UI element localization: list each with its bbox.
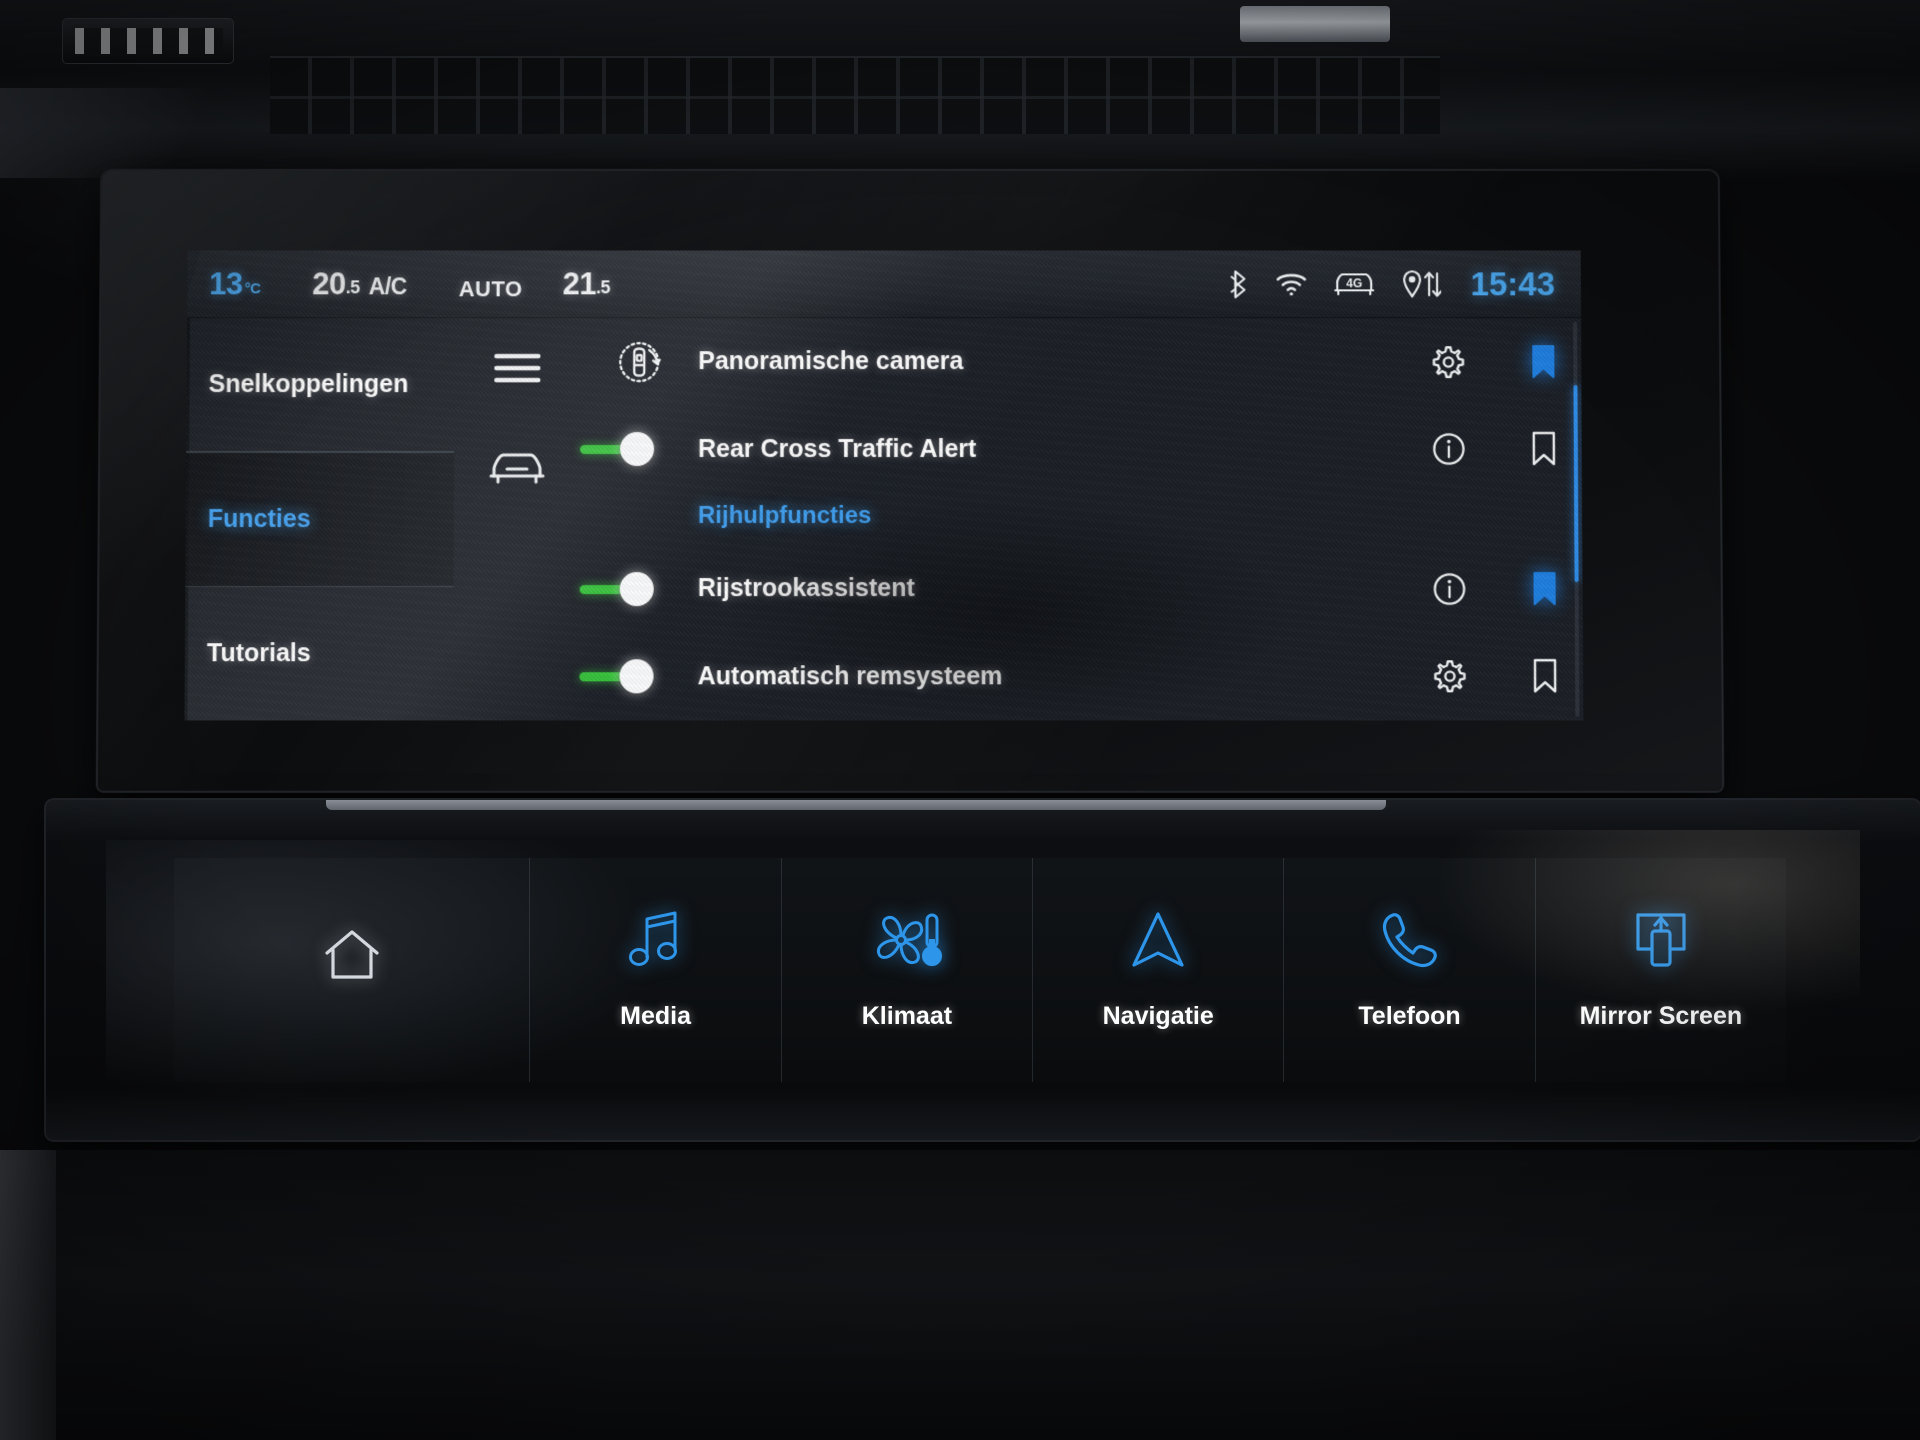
row-label: Automatisch remsysteem xyxy=(697,662,1003,691)
phone-handset-icon xyxy=(1379,909,1441,976)
row-actions xyxy=(1412,571,1558,607)
row-label: Rear Cross Traffic Alert xyxy=(698,434,977,463)
bottom-nav-bar: Media Klimaat Navigatie Telefoon Mirror … xyxy=(174,858,1786,1082)
sidebar-item-label: Snelkoppelingen xyxy=(208,370,409,399)
chrome-trim-piece xyxy=(1240,6,1390,42)
home-icon xyxy=(321,927,383,988)
bookmark-icon[interactable] xyxy=(1529,344,1557,380)
outside-temperature-value: 13 xyxy=(209,265,243,301)
toggle-knob xyxy=(619,659,654,694)
car-4g-icon: 4G xyxy=(1333,270,1375,297)
air-vent-grille xyxy=(270,56,1440,134)
row-actions xyxy=(1411,344,1557,380)
dashboard-photo: 13 °C 20 .5 A/C AUTO 21 .5 4G 15:43 Snel… xyxy=(0,0,1920,1440)
gear-icon[interactable] xyxy=(1433,659,1467,693)
sidebar-nav: Snelkoppelingen Functies Tutorials xyxy=(184,318,455,721)
passenger-temperature[interactable]: 21 .5 xyxy=(562,266,610,302)
lower-touch-panel: Media Klimaat Navigatie Telefoon Mirror … xyxy=(46,800,1920,1140)
music-note-icon xyxy=(625,909,687,976)
table-row[interactable]: Panoramische camera xyxy=(580,318,1581,405)
console-side-trim xyxy=(0,1150,56,1440)
sidebar-item-functies[interactable]: Functies xyxy=(185,452,455,588)
car-front-icon[interactable] xyxy=(454,419,580,519)
gear-icon[interactable] xyxy=(1431,345,1465,379)
toggle-knob xyxy=(620,432,655,467)
row-label: Rijstrookassistent xyxy=(697,574,915,603)
climate-status-group: 13 °C 20 .5 A/C AUTO 21 .5 xyxy=(209,266,610,302)
nav-button-label: Telefoon xyxy=(1358,1002,1461,1030)
bookmark-icon[interactable] xyxy=(1530,571,1558,607)
nav-button-label: Navigatie xyxy=(1102,1002,1214,1030)
side-air-vent xyxy=(62,18,234,64)
outside-temperature-unit: °C xyxy=(244,279,261,297)
infotainment-display: 13 °C 20 .5 A/C AUTO 21 .5 4G 15:43 Snel… xyxy=(184,250,1584,721)
dashboard-upper-trim xyxy=(0,0,1920,178)
nav-button-home[interactable] xyxy=(174,858,531,1082)
driver-temperature[interactable]: 20 .5 A/C xyxy=(312,266,407,302)
wifi-icon xyxy=(1275,271,1307,296)
nav-button-telefoon[interactable]: Telefoon xyxy=(1284,858,1536,1082)
row-actions xyxy=(1412,431,1558,467)
info-icon[interactable] xyxy=(1432,572,1466,606)
navigation-traffic-icon xyxy=(1401,269,1441,299)
info-icon[interactable] xyxy=(1432,432,1466,466)
nav-button-label: Mirror Screen xyxy=(1579,1002,1743,1030)
nav-button-mirror-screen[interactable]: Mirror Screen xyxy=(1536,858,1786,1082)
sidebar-item-label: Tutorials xyxy=(206,639,311,668)
hamburger-menu-icon[interactable] xyxy=(454,318,580,418)
toggle-switch-rear-cross-traffic-alert[interactable] xyxy=(580,432,698,467)
row-actions xyxy=(1413,658,1559,694)
nav-button-klimaat[interactable]: Klimaat xyxy=(782,858,1034,1082)
toggle-switch-rijstrookassistent[interactable] xyxy=(579,571,698,606)
auto-climate-label[interactable]: AUTO xyxy=(459,276,523,302)
passenger-temperature-value: 21 xyxy=(562,265,596,301)
fan-thermometer-icon xyxy=(871,909,943,976)
nav-button-media[interactable]: Media xyxy=(530,858,782,1082)
navigation-arrow-icon xyxy=(1128,909,1188,976)
sidebar-item-snelkoppelingen[interactable]: Snelkoppelingen xyxy=(186,318,455,453)
icon-column-spacer-2 xyxy=(453,620,580,721)
mirror-screen-icon xyxy=(1630,909,1692,976)
nav-button-label: Media xyxy=(620,1002,692,1030)
nav-button-label: Klimaat xyxy=(861,1002,953,1030)
panel-chrome-trim xyxy=(326,800,1386,810)
function-list: Panoramische camera Rear Cross Traffic A… xyxy=(579,318,1583,720)
left-icon-column xyxy=(453,318,580,720)
panoramic-camera-icon xyxy=(580,336,698,388)
nav-button-navigatie[interactable]: Navigatie xyxy=(1033,858,1285,1082)
infotainment-screen-bezel: 13 °C 20 .5 A/C AUTO 21 .5 4G 15:43 Snel… xyxy=(97,170,1723,791)
sidebar-item-label: Functies xyxy=(207,505,311,534)
icon-column-spacer-1 xyxy=(453,519,579,620)
driver-temperature-decimal: .5 xyxy=(345,276,360,297)
table-row[interactable]: Automatisch remsysteem xyxy=(579,633,1583,721)
clock: 15:43 xyxy=(1470,264,1555,302)
sidebar-item-tutorials[interactable]: Tutorials xyxy=(184,587,453,720)
bluetooth-icon xyxy=(1229,269,1249,299)
toggle-knob xyxy=(619,571,654,606)
toggle-switch-automatisch-remsysteem[interactable] xyxy=(579,659,697,694)
passenger-temperature-decimal: .5 xyxy=(595,276,610,297)
driver-temperature-value: 20 xyxy=(312,265,346,301)
screen-body: Snelkoppelingen Functies Tutorials Panor… xyxy=(184,318,1583,721)
outside-temperature: 13 °C xyxy=(209,266,260,302)
status-icons-group: 4G 15:43 xyxy=(1229,265,1555,303)
section-header: Rijhulpfuncties xyxy=(697,502,872,530)
row-label: Panoramische camera xyxy=(698,347,964,376)
table-row[interactable]: Rijstrookassistent xyxy=(579,545,1583,633)
bookmark-icon[interactable] xyxy=(1530,431,1558,467)
section-header-row: Rijhulpfuncties xyxy=(580,493,1583,545)
ac-label: A/C xyxy=(368,272,407,299)
table-row[interactable]: Rear Cross Traffic Alert xyxy=(580,406,1582,493)
dashboard-edge-highlight xyxy=(0,88,260,178)
status-bar: 13 °C 20 .5 A/C AUTO 21 .5 4G 15:43 xyxy=(187,250,1582,319)
svg-text:4G: 4G xyxy=(1346,276,1362,290)
bookmark-icon[interactable] xyxy=(1531,658,1559,694)
center-console xyxy=(0,1150,1920,1440)
